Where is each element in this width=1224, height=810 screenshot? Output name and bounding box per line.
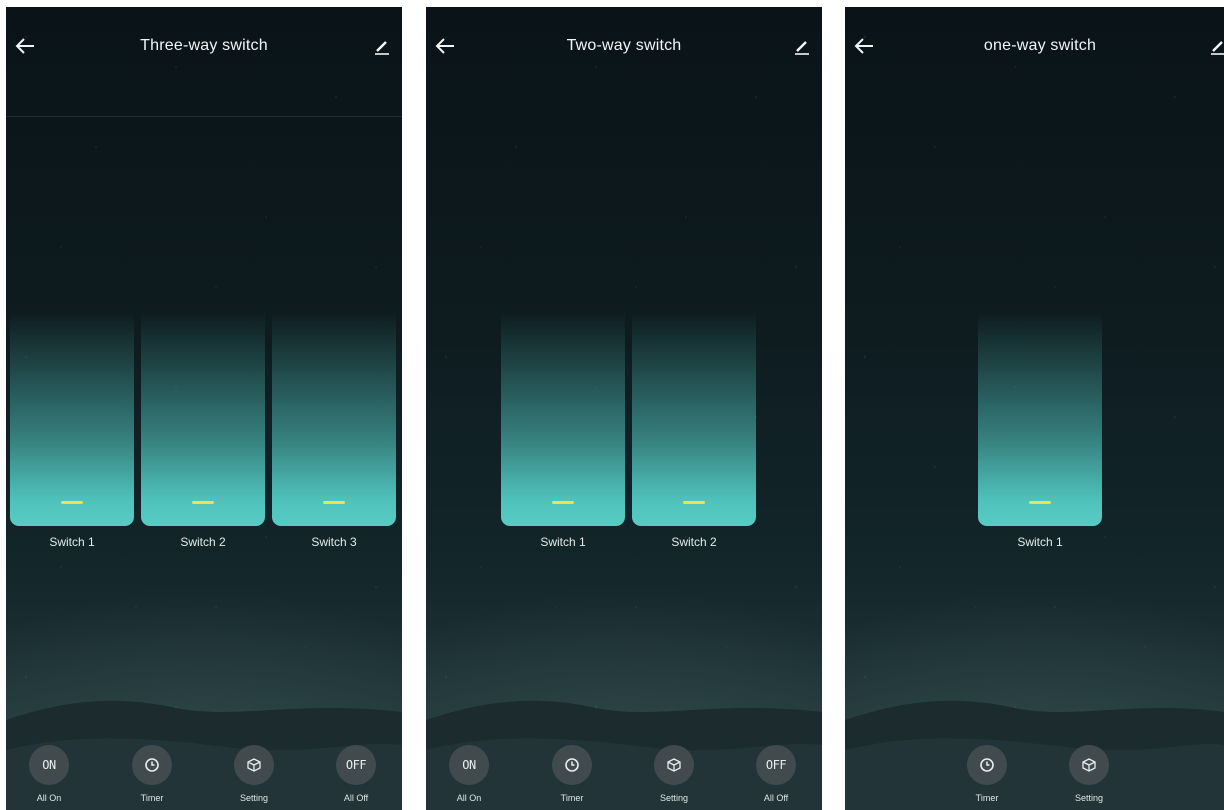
- switch-3-label: Switch 3: [311, 535, 357, 549]
- one-way-switch-screen: one-way switch Switch 1 Timer Setting: [845, 7, 1224, 810]
- setting-button[interactable]: Setting: [1059, 745, 1119, 803]
- settings-cube-icon: [667, 758, 681, 772]
- timer-button[interactable]: Timer: [122, 745, 182, 803]
- power-on-icon: ON: [29, 745, 69, 785]
- power-off-icon: OFF: [756, 745, 796, 785]
- clock-icon: [980, 758, 994, 772]
- settings-cube-icon: [1082, 758, 1096, 772]
- pencil-icon: [1211, 41, 1224, 55]
- off-indicator: [192, 501, 214, 504]
- off-indicator: [683, 501, 705, 504]
- edit-button[interactable]: [790, 35, 814, 59]
- header-divider: [6, 116, 402, 117]
- three-way-switch-screen: Three-way switch Switch 1 Switch 2 Switc…: [6, 7, 402, 810]
- clock-icon: [565, 758, 579, 772]
- off-indicator: [323, 501, 345, 504]
- pencil-icon: [375, 41, 389, 55]
- two-way-switch-screen: Two-way switch Switch 1 Switch 2 ON All …: [426, 7, 822, 810]
- pencil-icon: [795, 41, 809, 55]
- all-on-label: All On: [36, 793, 62, 803]
- all-on-label: All On: [456, 793, 482, 803]
- setting-button[interactable]: Setting: [224, 745, 284, 803]
- switch-1-label: Switch 1: [540, 535, 586, 549]
- power-on-icon: ON: [449, 745, 489, 785]
- edit-button[interactable]: [370, 35, 394, 59]
- all-off-label: All Off: [763, 793, 789, 803]
- switch-1-label: Switch 1: [49, 535, 95, 549]
- power-off-icon: OFF: [336, 745, 376, 785]
- mountain-silhouette: [845, 700, 1224, 810]
- setting-label: Setting: [1074, 793, 1104, 803]
- top-bar: Three-way switch: [6, 7, 402, 87]
- timer-label: Timer: [140, 793, 164, 803]
- timer-label: Timer: [975, 793, 999, 803]
- off-indicator: [552, 501, 574, 504]
- top-bar: Two-way switch: [426, 7, 822, 87]
- off-indicator: [1029, 501, 1051, 504]
- setting-button[interactable]: Setting: [644, 745, 704, 803]
- settings-cube-icon: [247, 758, 261, 772]
- top-bar: one-way switch: [845, 7, 1224, 87]
- timer-label: Timer: [560, 793, 584, 803]
- switch-2-label: Switch 2: [671, 535, 717, 549]
- all-on-button[interactable]: ON All On: [19, 745, 79, 803]
- page-title: Two-way switch: [566, 37, 682, 54]
- timer-button[interactable]: Timer: [957, 745, 1017, 803]
- all-off-button[interactable]: OFF All Off: [326, 745, 386, 803]
- switch-1-toggle[interactable]: [10, 311, 134, 526]
- switch-1-toggle[interactable]: [978, 311, 1102, 526]
- switch-1-label: Switch 1: [1017, 535, 1063, 549]
- all-on-button[interactable]: ON All On: [439, 745, 499, 803]
- page-title: Three-way switch: [140, 37, 268, 54]
- switch-2-toggle[interactable]: [141, 311, 265, 526]
- all-off-label: All Off: [343, 793, 369, 803]
- switch-2-toggle[interactable]: [632, 311, 756, 526]
- switch-1-toggle[interactable]: [501, 311, 625, 526]
- off-indicator: [61, 501, 83, 504]
- all-off-button[interactable]: OFF All Off: [746, 745, 806, 803]
- switch-3-toggle[interactable]: [272, 311, 396, 526]
- switch-2-label: Switch 2: [180, 535, 226, 549]
- setting-label: Setting: [239, 793, 269, 803]
- page-title: one-way switch: [983, 37, 1097, 54]
- clock-icon: [145, 758, 159, 772]
- timer-button[interactable]: Timer: [542, 745, 602, 803]
- edit-button[interactable]: [1206, 35, 1224, 59]
- setting-label: Setting: [659, 793, 689, 803]
